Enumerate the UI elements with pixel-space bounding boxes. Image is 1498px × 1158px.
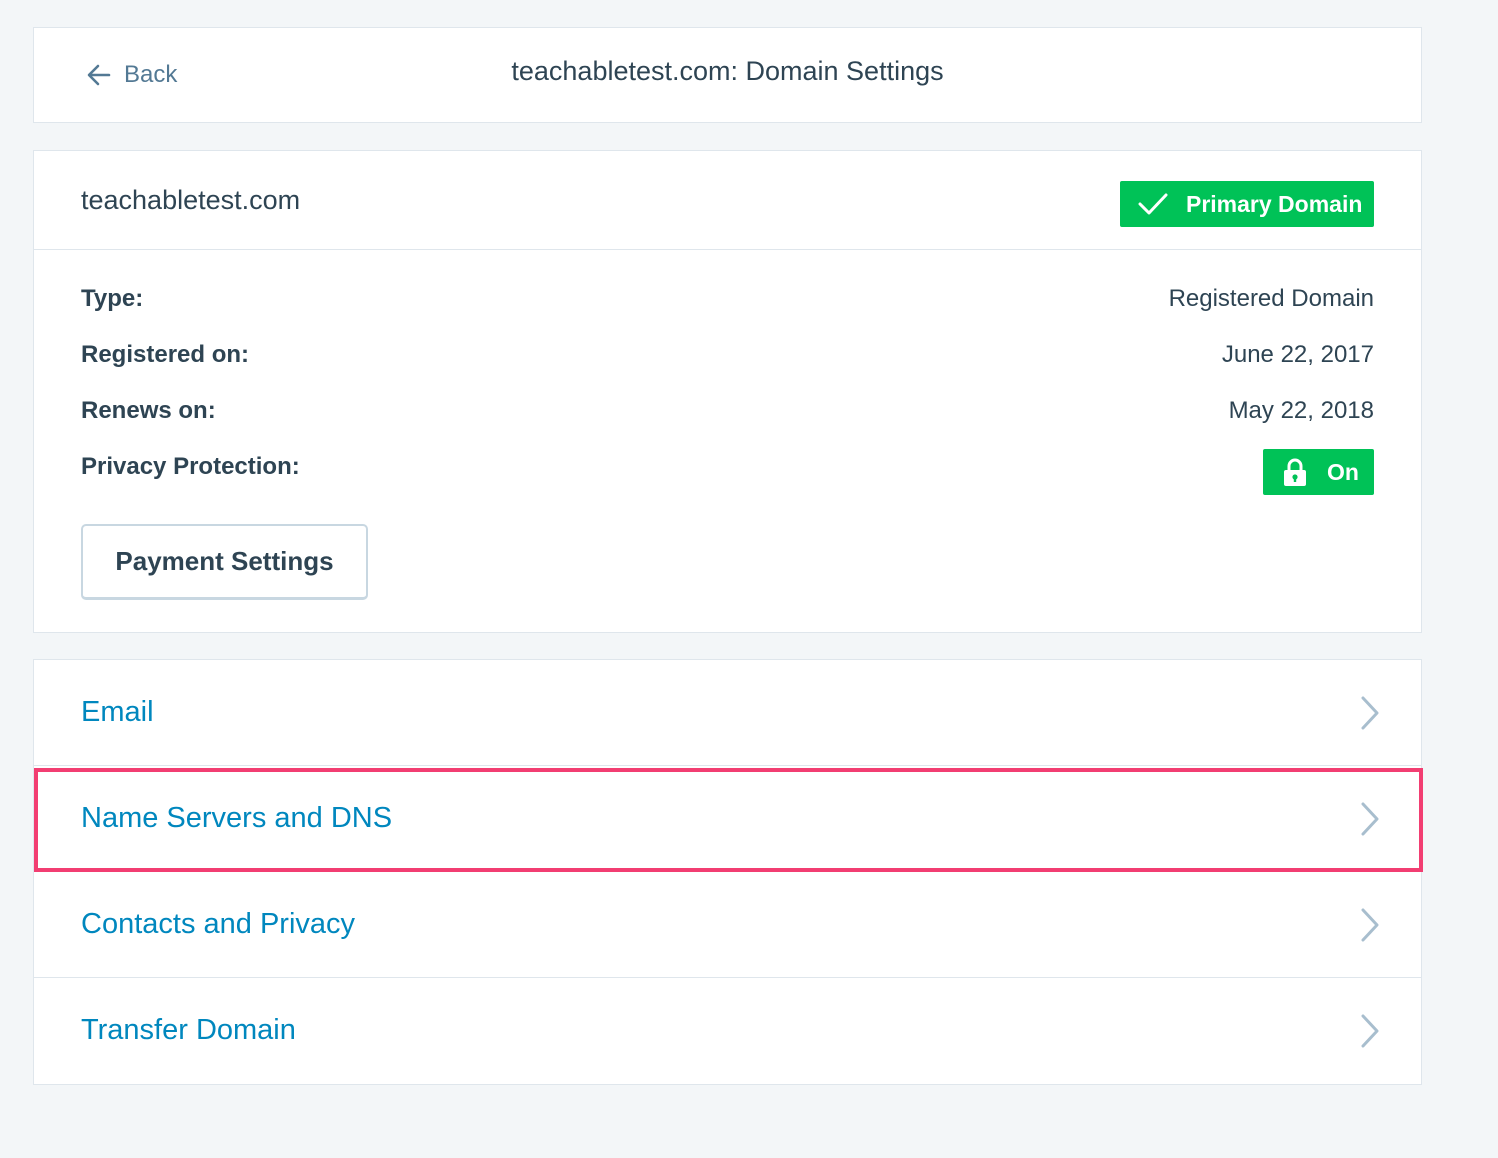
detail-label: Registered on: <box>81 341 250 368</box>
lock-icon <box>1284 458 1306 486</box>
detail-value: Registered Domain <box>1168 285 1374 312</box>
nav-item-email[interactable]: Email <box>34 660 1421 766</box>
domain-settings-nav: Email Name Servers and DNS Contacts and … <box>33 659 1422 1085</box>
detail-value: May 22, 2018 <box>1228 397 1374 424</box>
detail-value: June 22, 2017 <box>1221 341 1374 368</box>
domain-card-header: teachabletest.com Primary Domain <box>34 151 1421 250</box>
chevron-right-icon <box>1361 802 1379 836</box>
detail-row-renews: Renews on: May 22, 2018 <box>81 397 1374 437</box>
domain-summary-card: teachabletest.com Primary Domain Type: R… <box>33 150 1422 633</box>
domain-name: teachabletest.com <box>81 185 301 215</box>
chevron-right-icon <box>1361 696 1379 730</box>
page-title: teachabletest.com: Domain Settings <box>511 56 944 86</box>
privacy-status-label: On <box>1327 458 1359 485</box>
detail-row-type: Type: Registered Domain <box>81 285 1374 325</box>
page-header: Back teachabletest.com: Domain Settings <box>33 27 1422 123</box>
payment-settings-button[interactable]: Payment Settings <box>81 524 368 600</box>
detail-label: Type: <box>81 285 144 312</box>
checkmark-icon <box>1138 193 1168 215</box>
nav-item-contacts-privacy[interactable]: Contacts and Privacy <box>34 872 1421 978</box>
nav-item-label: Email <box>81 696 154 728</box>
primary-domain-badge: Primary Domain <box>1120 181 1374 227</box>
chevron-right-icon <box>1361 908 1379 942</box>
detail-label: Privacy Protection: <box>81 453 300 480</box>
chevron-right-icon <box>1361 1014 1379 1048</box>
nav-item-transfer-domain[interactable]: Transfer Domain <box>34 978 1421 1084</box>
detail-row-privacy: Privacy Protection: On <box>81 449 1374 495</box>
nav-item-name-servers-dns[interactable]: Name Servers and DNS <box>34 766 1421 872</box>
privacy-status-badge: On <box>1263 449 1374 495</box>
nav-item-label: Transfer Domain <box>81 1014 296 1046</box>
nav-item-label: Contacts and Privacy <box>81 908 356 940</box>
primary-badge-label: Primary Domain <box>1186 190 1363 217</box>
nav-item-label: Name Servers and DNS <box>81 802 393 834</box>
detail-row-registered: Registered on: June 22, 2017 <box>81 341 1374 381</box>
detail-label: Renews on: <box>81 397 216 424</box>
